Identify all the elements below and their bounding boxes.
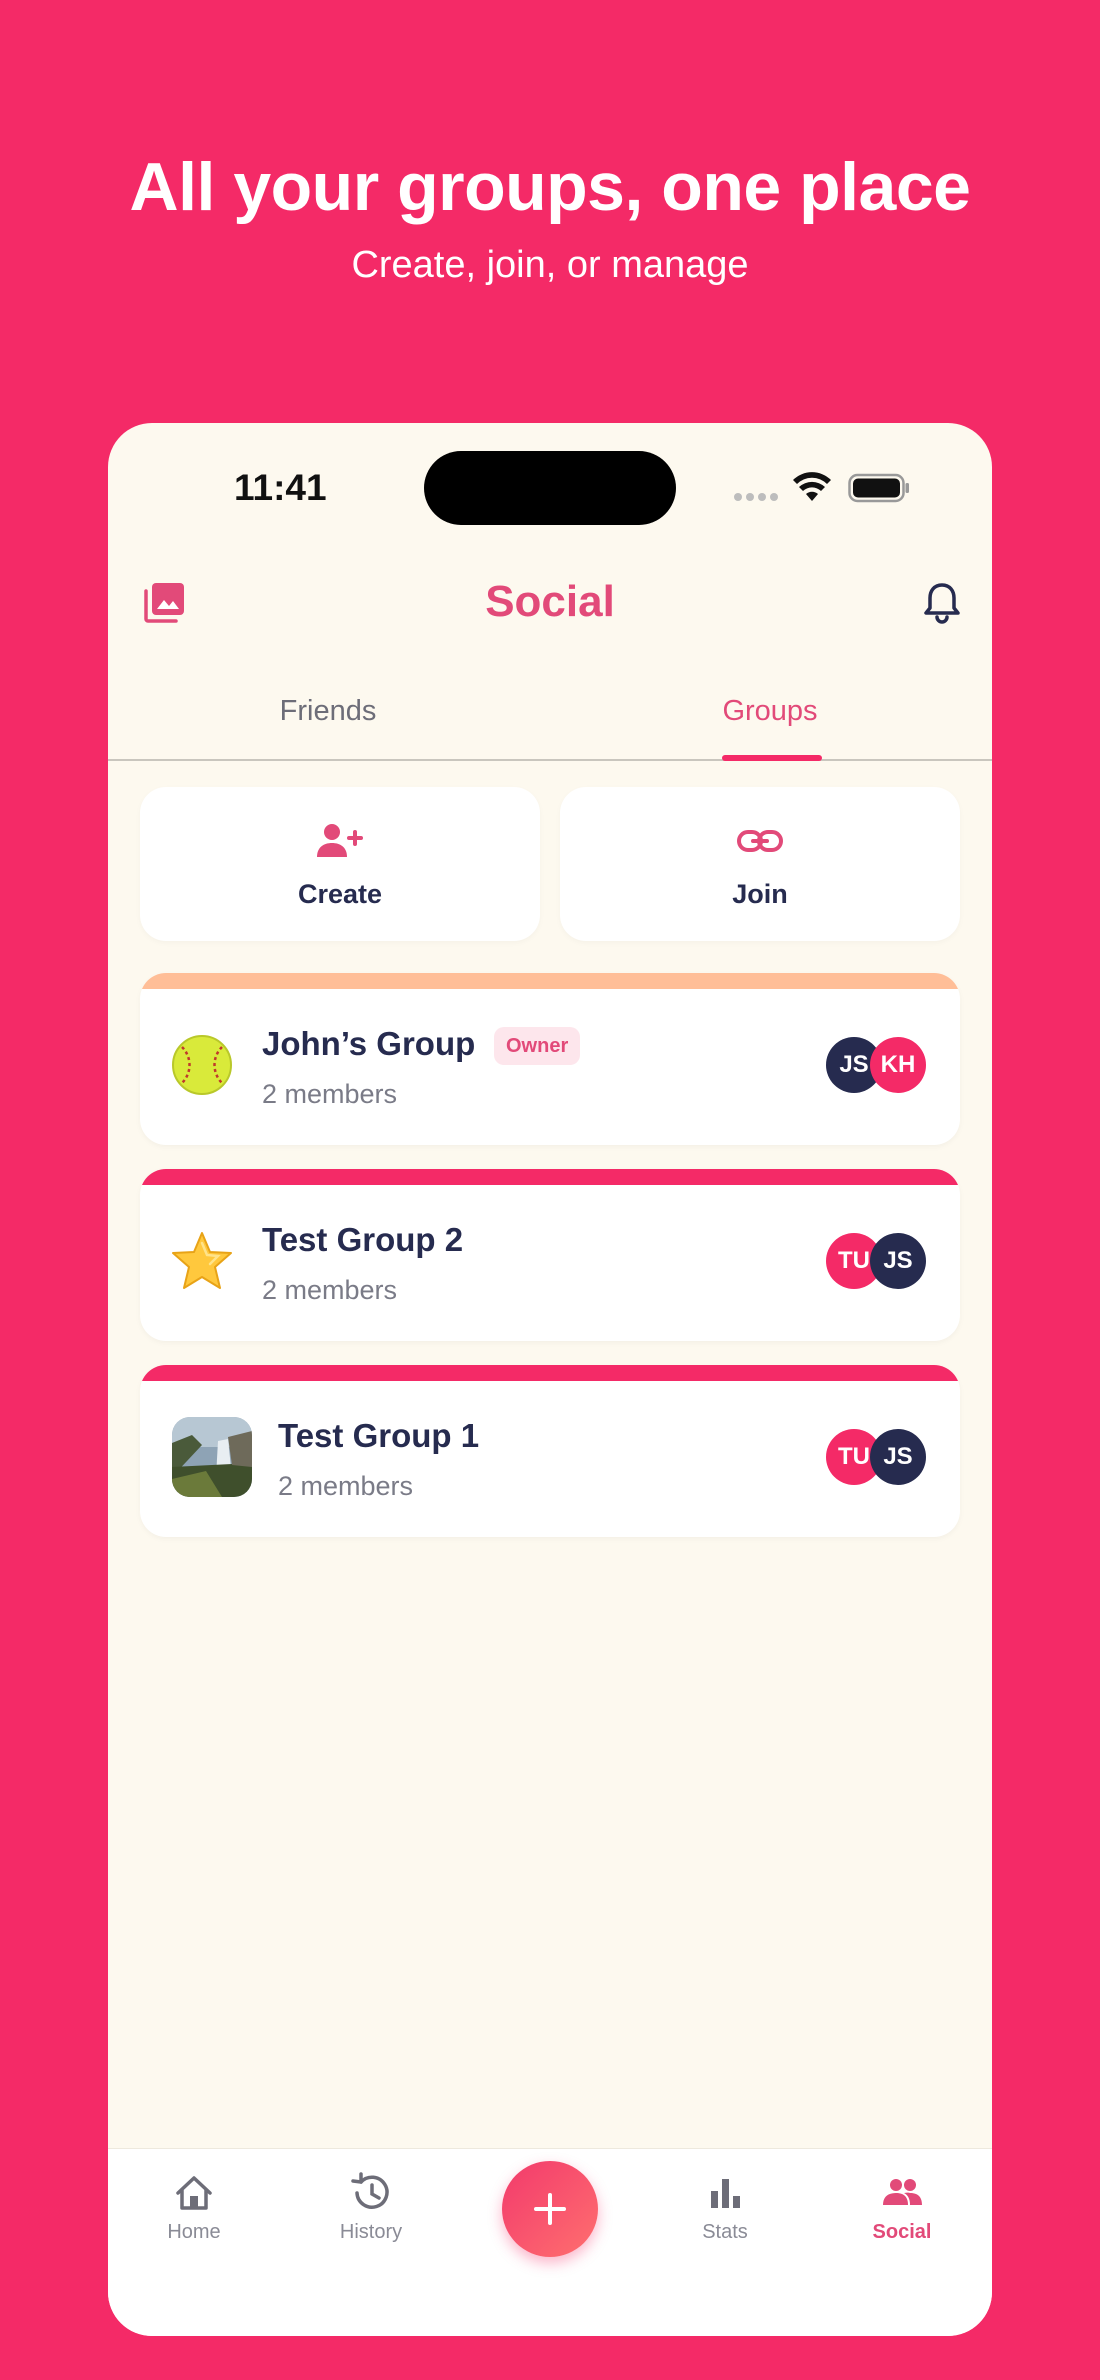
group-card[interactable]: John’s Group Owner 2 members JS KH: [140, 973, 960, 1145]
owner-badge: Owner: [494, 1027, 581, 1065]
people-icon: [883, 2179, 922, 2205]
join-group-button[interactable]: Join: [560, 787, 960, 941]
member-avatars: JS KH: [826, 1037, 936, 1093]
group-name: Test Group 1: [278, 1417, 480, 1454]
star-emoji: [172, 1232, 232, 1289]
history-icon: [351, 2172, 389, 2209]
page-title: Social: [485, 577, 615, 626]
group-name: Test Group 2: [262, 1221, 464, 1258]
nav-stats-label: Stats: [702, 2221, 748, 2243]
join-label: Join: [732, 879, 788, 909]
nav-history-label: History: [339, 2221, 403, 2243]
nav-history[interactable]: History: [301, 2171, 441, 2244]
member-avatars: TU JS: [826, 1429, 936, 1485]
member-avatars: TU JS: [826, 1233, 936, 1289]
waterfall-photo: [172, 1417, 252, 1497]
nav-home-label: Home: [167, 2221, 221, 2243]
group-member-count: 2 members: [278, 1471, 414, 1501]
group-color-stripe: [140, 973, 960, 989]
group-color-stripe: [140, 1365, 960, 1381]
wifi-icon: [793, 472, 831, 501]
phone-frame: 11:41 Social Friends Groups Create Join …: [108, 423, 992, 2336]
nav-social[interactable]: Social: [832, 2171, 972, 2244]
hero-subtitle: Create, join, or manage: [351, 244, 749, 286]
tab-friends[interactable]: Friends: [108, 695, 548, 728]
avatar: JS: [870, 1233, 926, 1289]
status-time: 11:41: [234, 467, 327, 508]
avatar: KH: [870, 1037, 926, 1093]
hero-title: All your groups, one place: [129, 149, 971, 225]
bell-icon[interactable]: [922, 581, 962, 625]
add-person-icon: [317, 824, 363, 857]
add-button[interactable]: [502, 2161, 598, 2257]
plus-icon: [534, 2193, 566, 2225]
battery-icon: [848, 473, 909, 503]
nav-stats[interactable]: Stats: [655, 2171, 795, 2244]
create-group-button[interactable]: Create: [140, 787, 540, 941]
dynamic-island: [424, 451, 676, 525]
tab-selected-indicator: [722, 755, 822, 761]
avatar: JS: [870, 1429, 926, 1485]
group-name: John’s Group: [262, 1025, 476, 1062]
group-member-count: 2 members: [262, 1275, 398, 1305]
create-label: Create: [297, 879, 383, 909]
group-color-stripe: [140, 1169, 960, 1185]
group-member-count: 2 members: [262, 1079, 398, 1109]
link-icon: [737, 830, 783, 852]
tab-groups[interactable]: Groups: [548, 695, 992, 728]
softball-emoji: [172, 1035, 232, 1095]
nav-social-label: Social: [872, 2221, 932, 2243]
signal-icon: [734, 493, 778, 501]
group-card[interactable]: Test Group 1 2 members TU JS: [140, 1365, 960, 1537]
group-card[interactable]: Test Group 2 2 members TU JS: [140, 1169, 960, 1341]
home-icon: [176, 2176, 212, 2210]
bottom-nav: Home History Stats Social: [108, 2148, 992, 2336]
bar-chart-icon: [711, 2179, 740, 2208]
segment-tabs: Friends Groups: [108, 681, 992, 761]
nav-home[interactable]: Home: [124, 2171, 264, 2244]
